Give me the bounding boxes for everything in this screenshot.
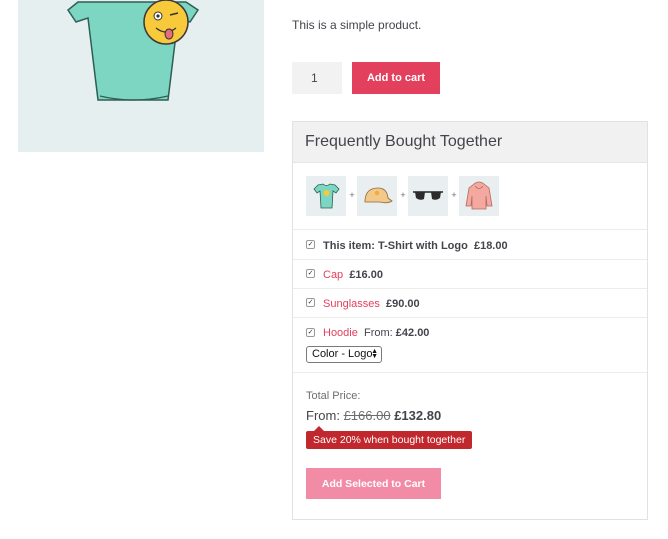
total-from-label: From: (306, 408, 340, 423)
variation-selected-value: Color - Logo (312, 348, 373, 360)
save-badge: Save 20% when bought together (306, 426, 473, 449)
item-price: £90.00 (386, 298, 420, 310)
item-price: £18.00 (473, 240, 508, 252)
quantity-input[interactable] (292, 62, 342, 94)
select-arrows-icon: ▲ ▼ (371, 348, 378, 360)
hoodie-icon[interactable] (459, 176, 499, 216)
checkbox-tshirt[interactable]: ✓ (306, 240, 315, 249)
plus-sign: + (349, 190, 355, 200)
this-item-label: This item: T-Shirt with Logo (323, 240, 468, 252)
fbt-thumbnails: + + + (306, 176, 506, 216)
total-original-price: £166.00 (343, 408, 391, 423)
item-link-hoodie[interactable]: Hoodie (323, 327, 358, 339)
plus-sign: + (451, 190, 457, 200)
variation-select[interactable]: Color - Logo ▲ ▼ (306, 346, 382, 363)
item-link-sunglasses[interactable]: Sunglasses (323, 298, 380, 310)
fbt-item-cap: ✓ Cap £16.00 (293, 259, 647, 288)
fbt-item-tshirt: ✓ This item: T-Shirt with Logo £18.00 (293, 229, 647, 259)
fbt-item-sunglasses: ✓ Sunglasses £90.00 (293, 288, 647, 317)
checkbox-cap[interactable]: ✓ (306, 269, 315, 278)
total-price: From: £166.00 £132.80 (306, 408, 441, 423)
total-price-label: Total Price: (306, 390, 361, 402)
fbt-title: Frequently Bought Together (293, 122, 647, 163)
checkbox-sunglasses[interactable]: ✓ (306, 298, 315, 307)
item-price: £42.00 (395, 327, 430, 339)
add-selected-to-cart-button[interactable]: Add Selected to Cart (306, 468, 441, 499)
tshirt-icon[interactable] (306, 176, 346, 216)
total-discounted-price: £132.80 (394, 408, 442, 423)
plus-sign: + (400, 190, 406, 200)
fbt-item-hoodie: ✓ Hoodie From: £42.00 Color - Logo ▲ ▼ (293, 317, 647, 372)
sunglasses-icon[interactable] (408, 176, 448, 216)
from-label: From: (363, 327, 393, 339)
tshirt-illustration-icon (66, 0, 200, 101)
product-short-description: This is a simple product. (292, 18, 422, 32)
product-image[interactable] (18, 0, 264, 152)
frequently-bought-together-box: Frequently Bought Together + + + ✓ This … (292, 121, 648, 520)
cap-icon[interactable] (357, 176, 397, 216)
item-link-cap[interactable]: Cap (323, 269, 343, 281)
checkbox-hoodie[interactable]: ✓ (306, 328, 315, 337)
add-to-cart-button[interactable]: Add to cart (352, 62, 440, 94)
divider (293, 372, 647, 373)
item-price: £16.00 (349, 269, 383, 281)
